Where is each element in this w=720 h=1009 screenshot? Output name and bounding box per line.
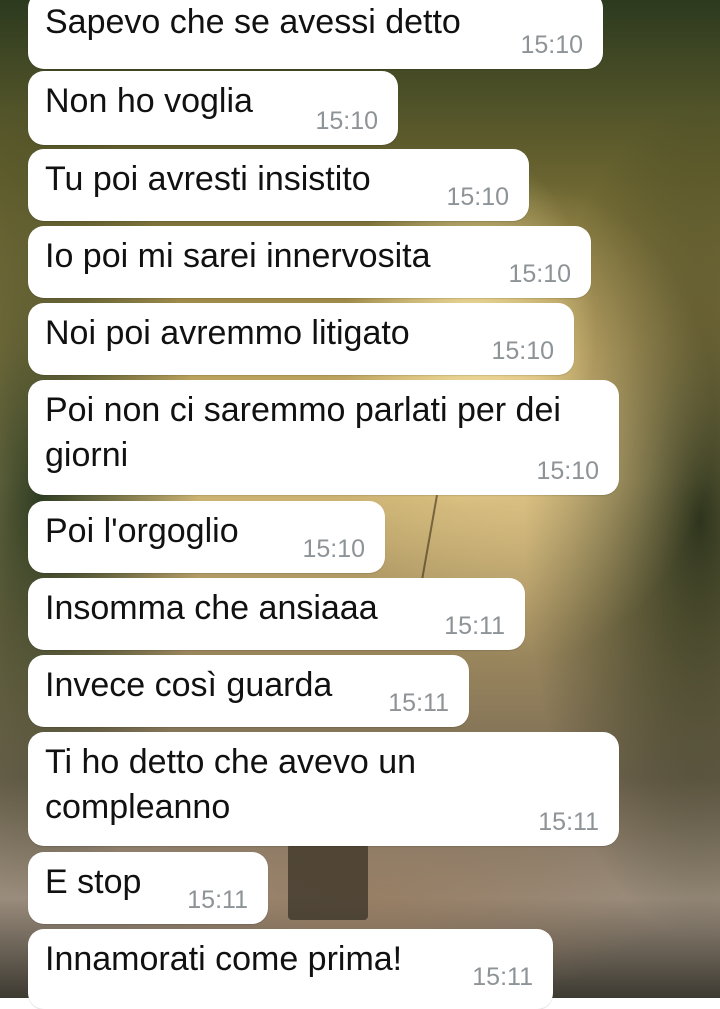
message-text: Invece così guarda [45,666,333,704]
message-time: 15:10 [508,260,571,288]
message-time: 15:11 [538,808,599,836]
message-time: 15:10 [302,535,365,563]
message-bubble[interactable]: Poi non ci saremmo parlati per dei giorn… [28,380,619,495]
message-time: 15:11 [388,689,449,717]
message-bubble[interactable]: Noi poi avremmo litigato 15:10 [28,303,574,375]
message-text: Io poi mi sarei innervosita [45,237,431,275]
message-line: Ti ho detto che avevo un [45,743,417,781]
message-text: Innamorati come prima! [45,940,403,978]
message-time: 15:10 [446,183,509,211]
message-list[interactable]: Sapevo che se avessi detto 15:10 Non ho … [0,0,720,1009]
message-bubble[interactable]: Io poi mi sarei innervosita 15:10 [28,226,591,298]
message-bubble[interactable]: Invece così guarda 15:11 [28,655,469,727]
message-bubble[interactable]: E stop 15:11 [28,852,268,924]
message-text: Poi l'orgoglio [45,512,239,550]
message-time: 15:11 [444,612,505,640]
message-text: Insomma che ansiaaa [45,589,378,627]
message-time: 15:11 [187,886,248,914]
message-line: Poi non ci saremmo parlati per dei [45,391,561,429]
message-bubble[interactable]: Innamorati come prima! 15:11 [28,929,553,1009]
message-text: Noi poi avremmo litigato [45,314,410,352]
message-bubble[interactable]: Poi l'orgoglio 15:10 [28,501,385,573]
message-bubble[interactable]: Insomma che ansiaaa 15:11 [28,578,525,650]
message-bubble[interactable]: Tu poi avresti insistito 15:10 [28,149,529,221]
message-time: 15:10 [536,457,599,485]
message-time: 15:11 [472,963,533,991]
message-line: giorni [45,436,129,474]
message-text: E stop [45,863,142,901]
message-bubble[interactable]: Sapevo che se avessi detto 15:10 [28,0,603,69]
message-text: Poi non ci saremmo parlati per dei giorn… [45,388,561,478]
message-text: Ti ho detto che avevo un compleanno [45,740,416,830]
message-time: 15:10 [315,107,378,135]
message-text: Non ho voglia [45,82,253,120]
message-time: 15:10 [491,337,554,365]
message-line: compleanno [45,788,231,826]
message-text: Tu poi avresti insistito [45,160,371,198]
message-bubble[interactable]: Ti ho detto che avevo un compleanno 15:1… [28,732,619,846]
message-text: Sapevo che se avessi detto [45,3,461,41]
message-bubble[interactable]: Non ho voglia 15:10 [28,71,398,145]
message-time: 15:10 [520,31,583,59]
